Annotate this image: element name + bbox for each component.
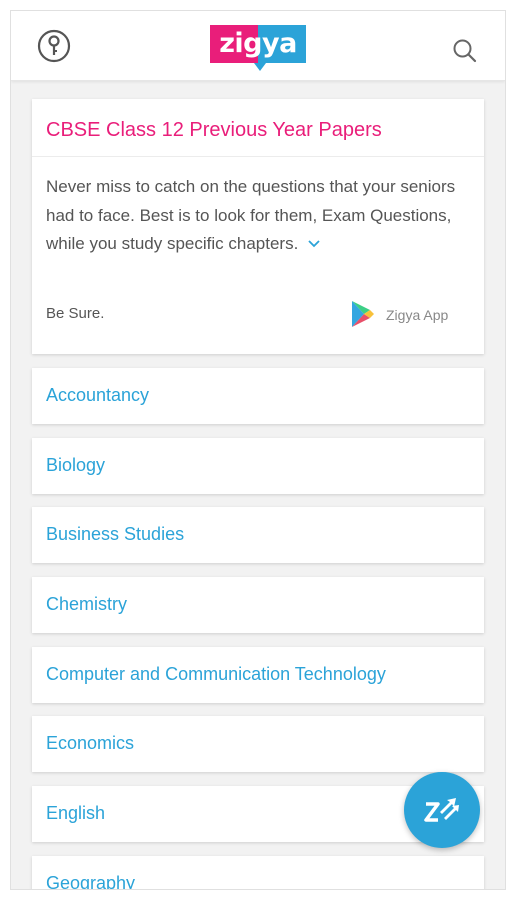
intro-description-text: Never miss to catch on the questions tha… — [46, 177, 456, 253]
search-button[interactable] — [451, 37, 479, 65]
be-sure-text: Be Sure. — [46, 305, 105, 322]
subject-label: English — [46, 803, 106, 823]
intro-card: CBSE Class 12 Previous Year Papers Never… — [32, 99, 484, 354]
subject-item-business-studies[interactable]: Business Studies — [32, 507, 484, 563]
key-icon — [37, 29, 71, 63]
subject-item-computer-and-communication-technology[interactable]: Computer and Communication Technology — [32, 647, 484, 703]
subject-label: Computer and Communication Technology — [46, 664, 386, 684]
zigya-z-arrows-icon — [424, 798, 459, 822]
play-store-icon — [352, 301, 374, 327]
divider — [32, 156, 484, 157]
subject-label: Chemistry — [46, 594, 128, 614]
zigya-app-label: Zigya App — [386, 307, 449, 323]
chevron-down-icon[interactable] — [307, 239, 321, 249]
zigya-logo[interactable]: zigya — [210, 25, 306, 71]
intro-description: Never miss to catch on the questions tha… — [46, 173, 471, 259]
subject-item-biology[interactable]: Biology — [32, 438, 484, 494]
subject-label: Business Studies — [46, 524, 185, 544]
search-icon — [453, 39, 477, 63]
zigya-fab-button[interactable] — [404, 772, 480, 848]
subject-item-geography[interactable]: Geography — [32, 856, 484, 890]
subject-label: Economics — [46, 733, 135, 753]
zigya-app-link[interactable]: Zigya App — [350, 299, 460, 329]
subject-item-economics[interactable]: Economics — [32, 716, 484, 772]
subject-item-accountancy[interactable]: Accountancy — [32, 368, 484, 424]
page-title: CBSE Class 12 Previous Year Papers — [46, 119, 382, 141]
key-button[interactable] — [36, 28, 72, 64]
subject-label: Accountancy — [46, 385, 150, 405]
subject-item-chemistry[interactable]: Chemistry — [32, 577, 484, 633]
subject-label: Geography — [46, 873, 136, 890]
logo-text: zigya — [219, 28, 297, 59]
top-bar: zigya — [11, 11, 505, 81]
app-frame: zigya CBSE Class 12 Previous Year Papers… — [10, 10, 506, 890]
subject-label: Biology — [46, 455, 106, 475]
